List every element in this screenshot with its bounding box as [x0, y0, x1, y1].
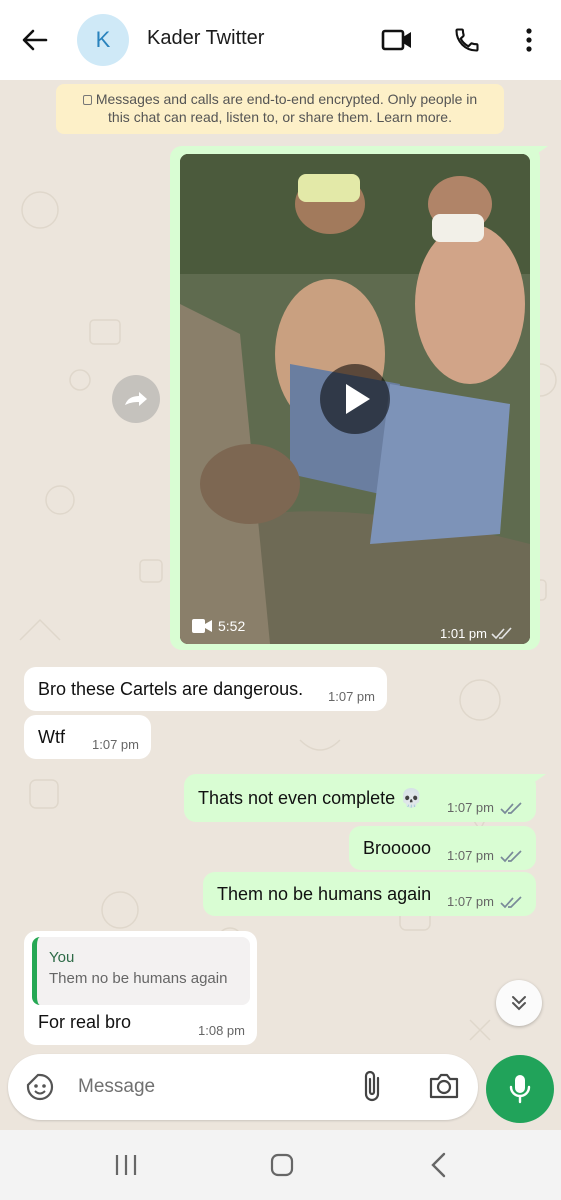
message-text: Them no be humans again [217, 883, 432, 904]
forward-icon[interactable] [112, 375, 160, 423]
more-icon[interactable] [511, 22, 547, 58]
message-bubble-incoming[interactable]: Bro these Cartels are dangerous. 1:07 pm [24, 667, 387, 711]
read-ticks-icon [491, 626, 512, 639]
video-duration-text: 5:52 [218, 618, 246, 634]
video-time-text: 1:01 pm [440, 626, 487, 641]
message-text: Brooooo [363, 837, 432, 858]
encryption-notice-line1: Messages and calls are end-to-end encryp… [95, 91, 478, 107]
message-bubble-incoming[interactable]: Wtf 1:07 pm [24, 715, 151, 759]
message-bubble-outgoing[interactable]: Thats not even complete 💀 1:07 pm [184, 774, 536, 822]
avatar-initial: K [95, 27, 111, 52]
video-duration: 5:52 [192, 618, 245, 634]
message-time: 1:08 pm [198, 1023, 245, 1038]
message-time: 1:07 pm [92, 737, 139, 752]
message-text: Thats not even complete 💀 [198, 787, 423, 808]
message-text: Bro these Cartels are dangerous. [38, 678, 304, 699]
message-bubble-outgoing[interactable]: Them no be humans again 1:07 pm [203, 872, 536, 916]
message-time: 1:07 pm [328, 689, 375, 704]
voice-message-button[interactable] [486, 1055, 554, 1123]
contact-name[interactable]: Kader Twitter [147, 27, 264, 50]
home-icon[interactable] [268, 1151, 296, 1184]
camera-icon[interactable] [428, 1072, 460, 1105]
message-time: 1:07 pm [447, 894, 494, 909]
message-text: Wtf [38, 726, 65, 747]
lock-icon [82, 95, 92, 105]
read-ticks-icon [500, 802, 522, 815]
system-navigation-bar [0, 1130, 561, 1200]
message-text: For real bro [38, 1012, 132, 1032]
message-time: 1:07 pm [447, 848, 494, 863]
recent-apps-icon[interactable] [112, 1152, 140, 1183]
chat-header: K Kader Twitter [0, 0, 561, 80]
video-call-icon[interactable] [379, 22, 415, 58]
message-composer [8, 1054, 478, 1120]
scroll-to-bottom-button[interactable] [496, 980, 542, 1026]
video-timestamp: 1:01 pm [440, 626, 513, 641]
read-ticks-icon [500, 896, 522, 909]
avatar[interactable]: K [77, 14, 129, 66]
video-camera-icon [192, 619, 212, 633]
message-time: 1:07 pm [447, 800, 494, 815]
message-input[interactable] [78, 1072, 348, 1102]
sticker-icon[interactable] [24, 1071, 56, 1108]
quoted-text: Them no be humans again [49, 970, 228, 987]
play-icon [346, 384, 370, 414]
quoted-author: You [49, 949, 75, 966]
read-ticks-icon [500, 850, 522, 863]
back-arrow-icon[interactable] [18, 24, 52, 56]
encryption-notice-line2: this chat can read, listen to, or share … [108, 109, 452, 125]
quoted-message[interactable]: You Them no be humans again [32, 937, 250, 1005]
attach-icon[interactable] [358, 1070, 388, 1109]
phone-icon[interactable] [449, 22, 485, 58]
nav-back-icon[interactable] [428, 1151, 450, 1184]
double-chevron-down-icon [512, 996, 526, 1011]
microphone-icon [509, 1075, 531, 1104]
message-bubble-outgoing[interactable]: Brooooo 1:07 pm [349, 826, 536, 870]
play-button[interactable] [320, 364, 390, 434]
encryption-notice[interactable]: Messages and calls are end-to-end encryp… [56, 84, 504, 134]
